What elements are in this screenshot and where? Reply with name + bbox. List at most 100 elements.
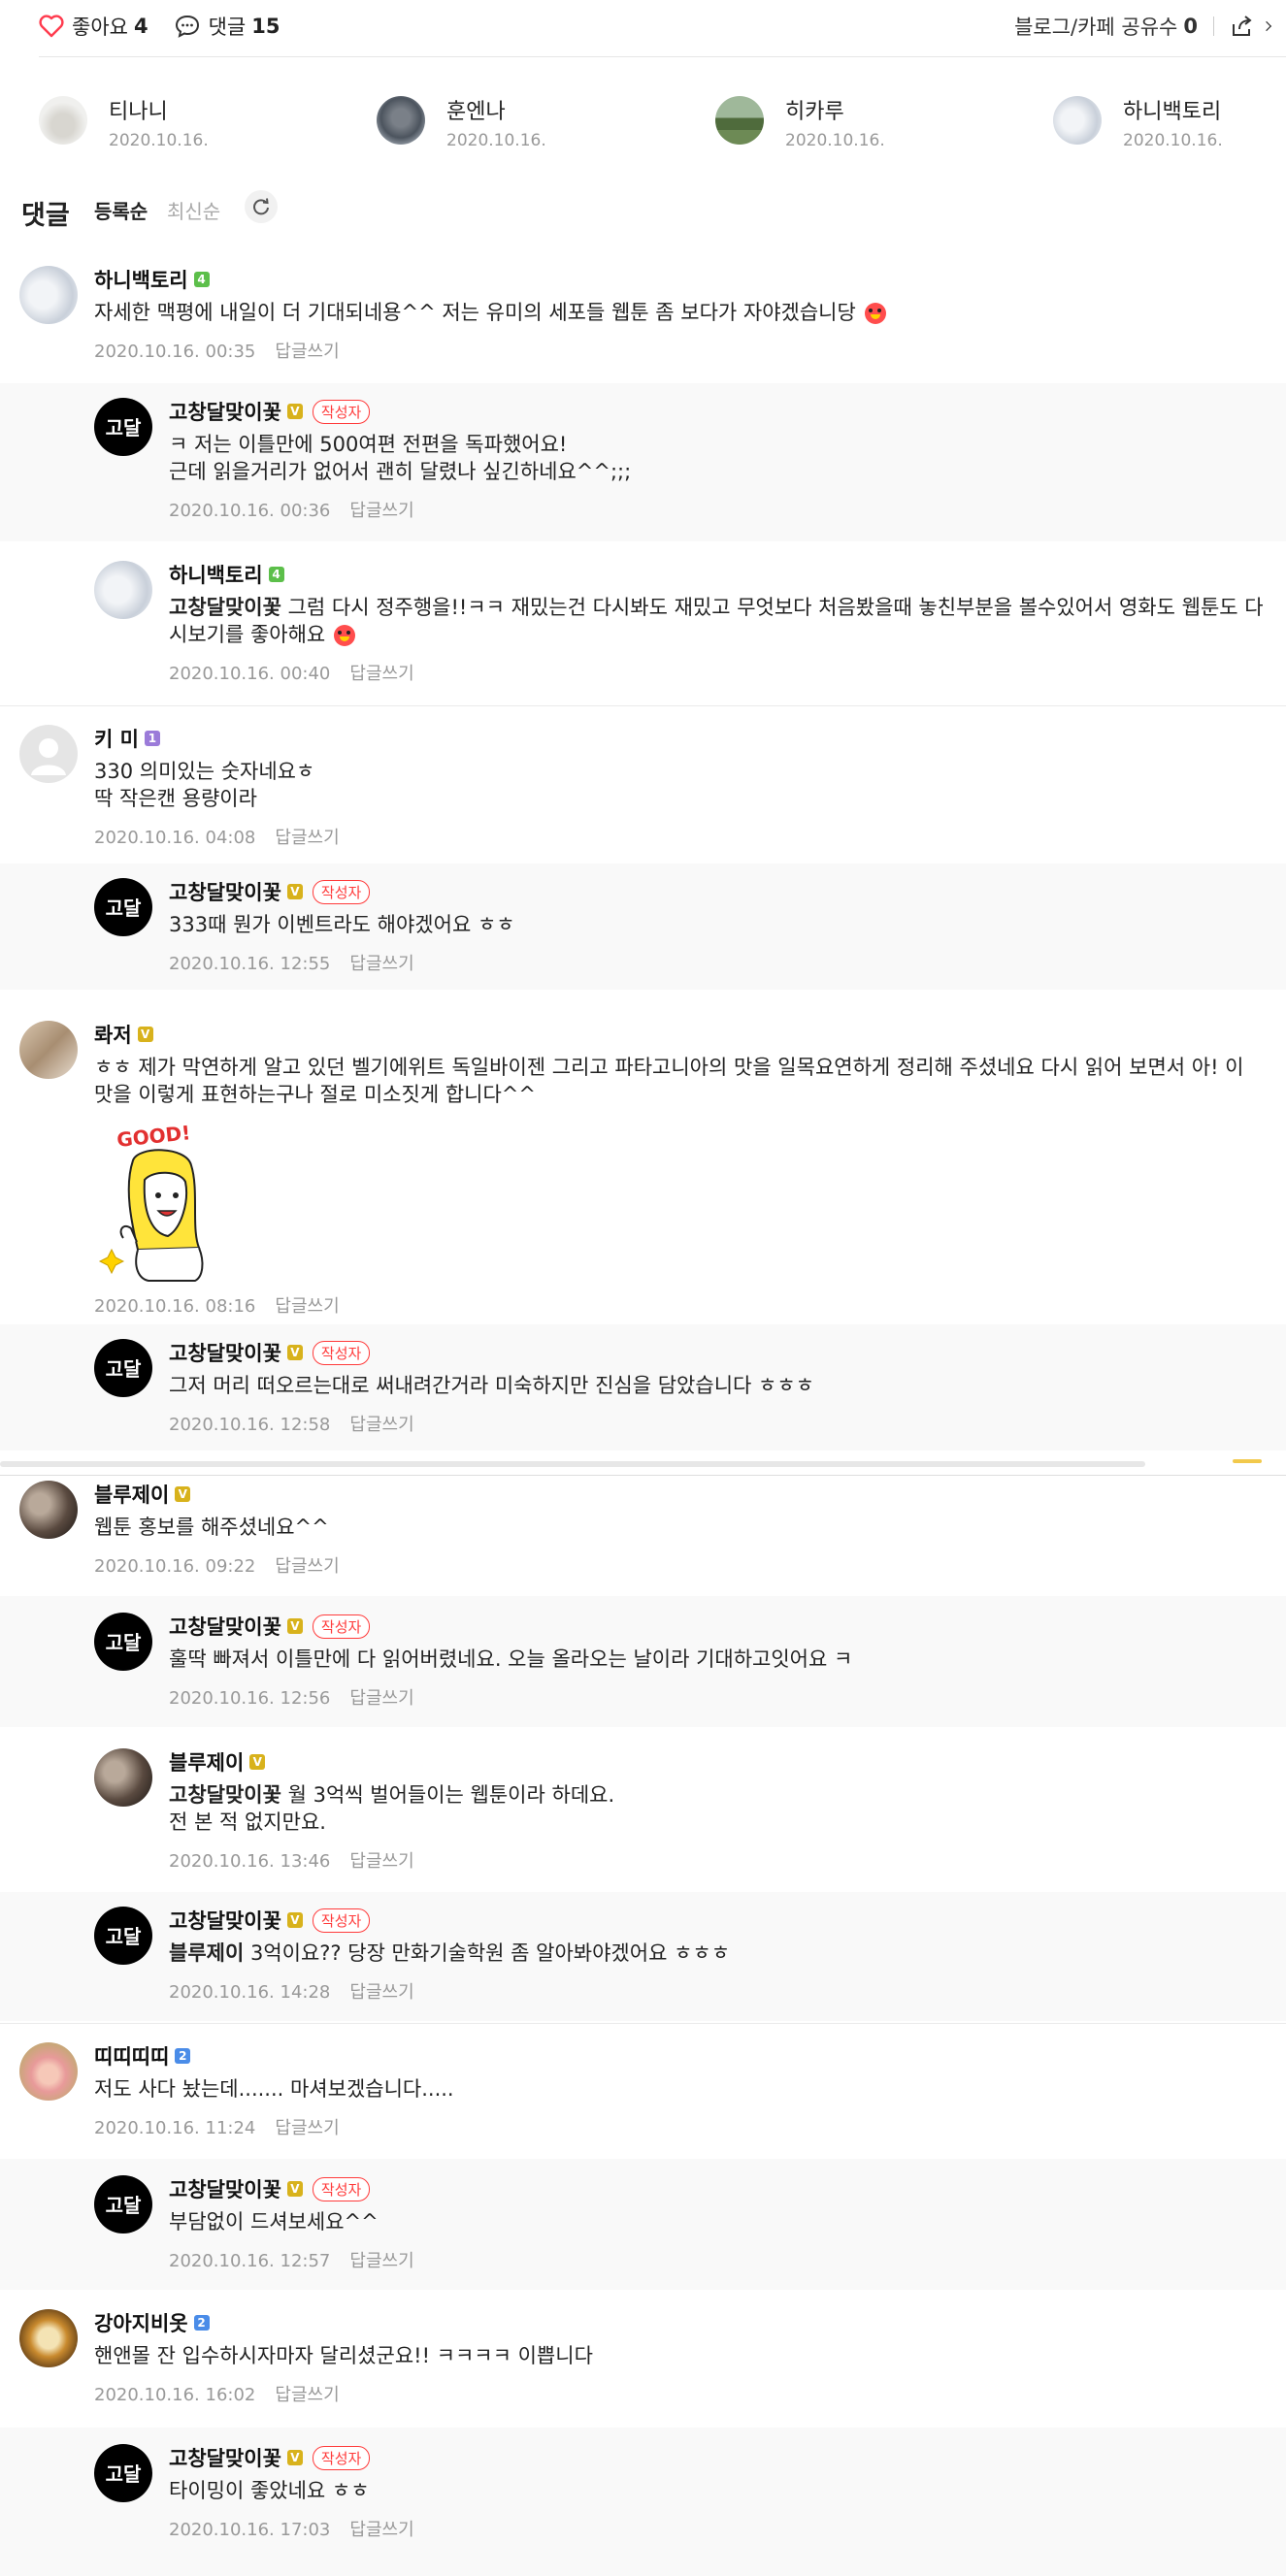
- avatar[interactable]: [377, 96, 425, 145]
- more-chevron-icon[interactable]: [1261, 20, 1272, 32]
- avatar[interactable]: [19, 725, 78, 783]
- liker-date: 2020.10.16.: [446, 131, 546, 150]
- comment-author[interactable]: 블루제이: [94, 1480, 169, 1509]
- comment-date: 2020.10.16. 14:28: [169, 1982, 331, 2003]
- comment-text: 고창달맞이꽃 월 3억씩 벌어들이는 웹툰이라 하데요. 전 본 적 없지만요.: [169, 1783, 615, 1834]
- avatar[interactable]: 고달: [94, 2175, 152, 2234]
- comment-count[interactable]: 15: [251, 15, 280, 38]
- svg-text:고달: 고달: [106, 2462, 142, 2486]
- post-reactions: 좋아요 4 댓글 15: [39, 12, 280, 41]
- mention[interactable]: 고창달맞이꽃: [169, 596, 281, 619]
- comment-bubble-icon[interactable]: [174, 14, 201, 39]
- heart-icon[interactable]: [39, 15, 64, 38]
- liker-list: 티나니 2020.10.16. 훈엔나 2020.10.16. 히카루 2020…: [0, 92, 1286, 165]
- avatar[interactable]: 고달: [94, 878, 152, 936]
- liker-name[interactable]: 티나니: [109, 94, 168, 125]
- comment-author[interactable]: 고창달맞이꽃: [169, 397, 281, 426]
- comment-author[interactable]: 고창달맞이꽃: [169, 877, 281, 906]
- liker-date: 2020.10.16.: [785, 131, 885, 150]
- author-badge: 작성자: [312, 879, 371, 904]
- comment-date: 2020.10.16. 12:57: [169, 2251, 331, 2271]
- reply-button[interactable]: 답글쓰기: [275, 2385, 339, 2405]
- comment-author[interactable]: 고창달맞이꽃: [169, 1612, 281, 1641]
- reply-button[interactable]: 답글쓰기: [349, 501, 413, 521]
- level-badge: V: [286, 404, 303, 419]
- refresh-icon: [253, 198, 269, 215]
- avatar[interactable]: [1053, 96, 1102, 145]
- horizontal-scrollbar[interactable]: [0, 1455, 1286, 1477]
- avatar[interactable]: [19, 1021, 78, 1079]
- comment-author[interactable]: 키 미: [94, 724, 139, 753]
- comment-text: 핸앤몰 잔 입수하시자마자 달리셨군요!! ㅋㅋㅋㅋ 이쁩니다: [94, 2344, 593, 2367]
- avatar[interactable]: [39, 96, 87, 145]
- level-badge: V: [286, 2181, 303, 2197]
- comment-reply-item: 고달 고창달맞이꽃 V 작성자 333때 뭔가 이벤트라도 해야겠어요 ㅎㅎ 202…: [0, 864, 1286, 990]
- comment-date: 2020.10.16. 11:24: [94, 2118, 256, 2138]
- comment-date: 2020.10.16. 04:08: [94, 828, 256, 848]
- avatar[interactable]: 고달: [94, 398, 152, 456]
- avatar[interactable]: [715, 96, 764, 145]
- comment-text: 부담없이 드셔보세요^^: [169, 2210, 379, 2234]
- comment-section-title: 댓글: [21, 201, 70, 231]
- sort-registered[interactable]: 등록순: [94, 196, 148, 224]
- share-icon[interactable]: [1230, 15, 1255, 38]
- refresh-button[interactable]: [245, 190, 278, 223]
- mention[interactable]: 블루제이: [169, 1941, 244, 1965]
- comment-author[interactable]: 띠띠띠띠: [94, 2041, 169, 2071]
- avatar[interactable]: [19, 2042, 78, 2101]
- reply-button[interactable]: 답글쓰기: [275, 342, 339, 362]
- reply-button[interactable]: 답글쓰기: [349, 954, 413, 974]
- liker-name[interactable]: 훈엔나: [446, 94, 506, 125]
- liker-date: 2020.10.16.: [1123, 131, 1223, 150]
- liker-name[interactable]: 하니백토리: [1123, 94, 1221, 125]
- reply-button[interactable]: 답글쓰기: [275, 2118, 339, 2138]
- reply-button[interactable]: 답글쓰기: [349, 2520, 413, 2540]
- comment-author[interactable]: 고창달맞이꽃: [169, 1338, 281, 1367]
- avatar[interactable]: 고달: [94, 2444, 152, 2502]
- avatar[interactable]: [19, 266, 78, 324]
- reply-button[interactable]: 답글쓰기: [275, 1556, 339, 1577]
- comment-reply-item: 고달 고창달맞이꽃 V 작성자 그저 머리 떠오르는대로 써내려간거라 미숙하지만 …: [0, 1324, 1286, 1451]
- comment-author[interactable]: 하니백토리: [94, 265, 188, 294]
- like-label[interactable]: 좋아요: [72, 12, 128, 41]
- level-badge: 4: [193, 272, 210, 287]
- avatar[interactable]: 고달: [94, 1907, 152, 1965]
- level-badge: V: [286, 884, 303, 899]
- sort-latest[interactable]: 최신순: [167, 196, 220, 224]
- avatar[interactable]: [19, 2309, 78, 2367]
- reply-button[interactable]: 답글쓰기: [349, 1415, 413, 1435]
- liker-name[interactable]: 히카루: [785, 94, 844, 125]
- reply-button[interactable]: 답글쓰기: [349, 2251, 413, 2271]
- reply-button[interactable]: 답글쓰기: [349, 1982, 413, 2003]
- reply-button[interactable]: 답글쓰기: [275, 828, 339, 848]
- comment-date: 2020.10.16. 13:46: [169, 1851, 331, 1872]
- reply-button[interactable]: 답글쓰기: [349, 1851, 413, 1872]
- comment-date: 2020.10.16. 12:56: [169, 1688, 331, 1709]
- avatar[interactable]: 고달: [94, 1613, 152, 1671]
- mention[interactable]: 고창달맞이꽃: [169, 1783, 281, 1807]
- comment-author[interactable]: 고창달맞이꽃: [169, 2174, 281, 2203]
- avatar[interactable]: [94, 1748, 152, 1807]
- avatar[interactable]: [19, 1481, 78, 1539]
- comment-author[interactable]: 고창달맞이꽃: [169, 1906, 281, 1935]
- like-count[interactable]: 4: [134, 15, 148, 38]
- comment-item: 롸저 V ㅎㅎ 제가 막연하게 알고 있던 벨기에위트 독일바이젠 그리고 파타고…: [0, 1009, 1286, 1320]
- post-action-bar: 좋아요 4 댓글 15 블로그/카페 공유수 0: [0, 0, 1286, 56]
- comment-author[interactable]: 강아지비옷: [94, 2308, 188, 2337]
- comment-item: 블루제이 V 웹툰 홍보를 해주셨네요^^ 2020.10.16. 09:22 답글…: [0, 1477, 1286, 1591]
- svg-text:고달: 고달: [106, 1357, 142, 1381]
- reply-button[interactable]: 답글쓰기: [349, 1688, 413, 1709]
- comment-author[interactable]: 하니백토리: [169, 560, 263, 589]
- comment-author[interactable]: 블루제이: [169, 1747, 244, 1777]
- author-badge: 작성자: [312, 1908, 371, 1933]
- comment-author[interactable]: 롸저: [94, 1020, 132, 1049]
- comment-author[interactable]: 고창달맞이꽃: [169, 2443, 281, 2472]
- comment-label[interactable]: 댓글: [209, 12, 247, 41]
- avatar[interactable]: [94, 561, 152, 619]
- avatar[interactable]: 고달: [94, 1339, 152, 1397]
- reply-button[interactable]: 답글쓰기: [349, 664, 413, 684]
- comment-item: 강아지비옷 2 핸앤몰 잔 입수하시자마자 달리셨군요!! ㅋㅋㅋㅋ 이쁩니다 2…: [0, 2299, 1286, 2421]
- smile-emoji-icon: [864, 303, 886, 324]
- reply-button[interactable]: 답글쓰기: [275, 1296, 339, 1317]
- level-badge: V: [286, 2450, 303, 2465]
